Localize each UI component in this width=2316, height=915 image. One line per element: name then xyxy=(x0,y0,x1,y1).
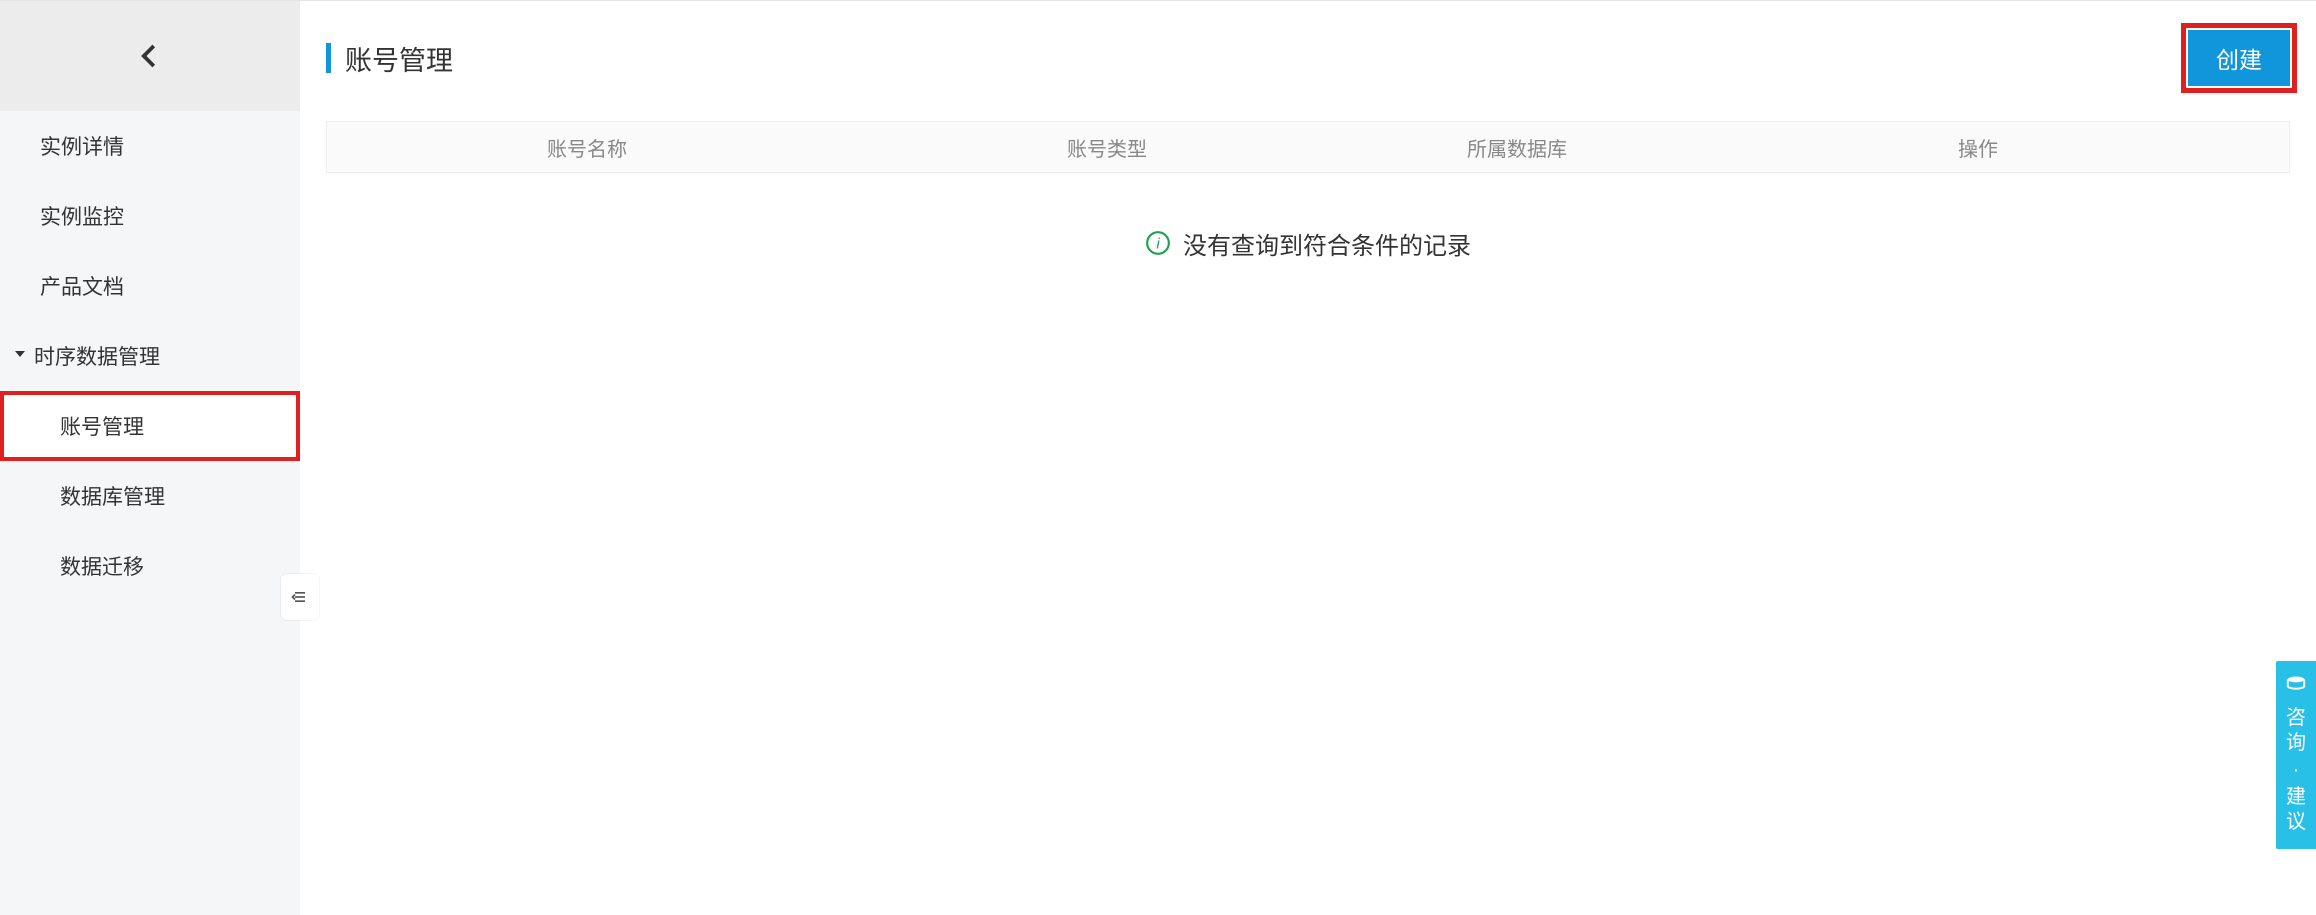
sidebar-collapse-toggle[interactable] xyxy=(281,574,319,620)
col-header-operations: 操作 xyxy=(1667,133,2289,162)
page-title-wrap: 账号管理 xyxy=(326,39,453,78)
database-icon xyxy=(2285,675,2307,700)
info-icon: i xyxy=(1145,230,1171,256)
feedback-char: 议 xyxy=(2286,810,2306,835)
page-title-accent-bar xyxy=(326,43,331,73)
sidebar-subitem-database-management[interactable]: 数据库管理 xyxy=(0,461,300,531)
create-button[interactable]: 创建 xyxy=(2188,30,2290,86)
col-header-account-name: 账号名称 xyxy=(327,133,847,162)
feedback-char: 询 xyxy=(2286,731,2306,756)
feedback-char: 咨 xyxy=(2286,706,2306,731)
sidebar-subitem-label: 账号管理 xyxy=(60,411,144,441)
page-title: 账号管理 xyxy=(345,39,453,78)
sidebar-item-label: 实例详情 xyxy=(40,131,124,161)
caret-down-icon xyxy=(12,344,28,368)
main-content: 账号管理 创建 账号名称 账号类型 所属数据库 操作 i 没有查询到符合条件的记… xyxy=(300,1,2316,915)
table-header-row: 账号名称 账号类型 所属数据库 操作 xyxy=(326,121,2290,173)
sidebar-item-product-docs[interactable]: 产品文档 xyxy=(0,251,300,321)
feedback-sep: · xyxy=(2293,758,2300,783)
empty-text: 没有查询到符合条件的记录 xyxy=(1183,226,1471,261)
col-header-database: 所属数据库 xyxy=(1367,133,1667,162)
feedback-char: 建 xyxy=(2286,785,2306,810)
accounts-table: 账号名称 账号类型 所属数据库 操作 i 没有查询到符合条件的记录 xyxy=(326,121,2290,313)
sidebar: 实例详情 实例监控 产品文档 时序数据管理 账号管理 数据库管理 数据迁移 xyxy=(0,1,300,915)
col-header-account-type: 账号类型 xyxy=(847,133,1367,162)
sidebar-group-label: 时序数据管理 xyxy=(34,341,160,371)
sidebar-subitem-label: 数据迁移 xyxy=(60,551,144,581)
collapse-icon xyxy=(290,587,310,607)
sidebar-subitem-data-migration[interactable]: 数据迁移 xyxy=(0,531,300,601)
feedback-tab[interactable]: 咨 询 · 建 议 xyxy=(2276,661,2316,849)
table-empty-state: i 没有查询到符合条件的记录 xyxy=(326,173,2290,313)
sidebar-item-instance-detail[interactable]: 实例详情 xyxy=(0,111,300,181)
sidebar-back-button[interactable] xyxy=(0,1,300,111)
sidebar-group-tsdb-management[interactable]: 时序数据管理 xyxy=(0,321,300,391)
sidebar-subitem-account-management[interactable]: 账号管理 xyxy=(0,391,300,461)
sidebar-item-label: 产品文档 xyxy=(40,271,124,301)
svg-text:i: i xyxy=(1156,235,1160,252)
sidebar-subitem-label: 数据库管理 xyxy=(60,481,165,511)
sidebar-item-label: 实例监控 xyxy=(40,201,124,231)
sidebar-item-instance-monitor[interactable]: 实例监控 xyxy=(0,181,300,251)
page-header: 账号管理 创建 xyxy=(326,31,2290,85)
chevron-left-icon xyxy=(135,41,165,71)
